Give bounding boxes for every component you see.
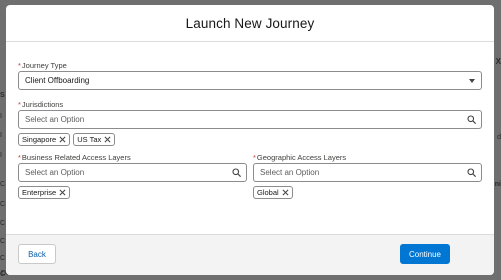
business-access-layers-field: *Business Related Access Layers Select a… xyxy=(18,153,247,199)
pill-global[interactable]: Global xyxy=(253,186,293,199)
modal-header: Launch New Journey xyxy=(6,5,494,42)
continue-button[interactable]: Continue xyxy=(400,244,450,264)
launch-journey-modal: Launch New Journey *Journey Type Client … xyxy=(6,5,494,275)
background-right-edge: X d ni xyxy=(493,40,501,280)
search-icon[interactable] xyxy=(467,168,476,177)
jurisdictions-combobox[interactable]: Select an Option xyxy=(18,110,482,129)
modal-footer: Back Continue xyxy=(6,234,494,275)
required-marker: * xyxy=(18,61,21,70)
geographic-access-layers-label: *Geographic Access Layers xyxy=(253,153,482,163)
pill-singapore[interactable]: Singapore xyxy=(18,133,71,146)
journey-type-select[interactable]: Client Offboarding xyxy=(18,71,482,90)
jurisdictions-placeholder: Select an Option xyxy=(25,115,85,124)
close-icon[interactable] xyxy=(282,189,289,196)
geographic-access-layers-placeholder: Select an Option xyxy=(260,168,320,177)
jurisdictions-pill-list: Singapore US Tax xyxy=(18,133,482,146)
close-icon[interactable] xyxy=(59,189,66,196)
business-access-layers-placeholder: Select an Option xyxy=(25,168,85,177)
journey-type-label: *Journey Type xyxy=(18,61,482,71)
close-icon[interactable] xyxy=(59,136,66,143)
pill-label: Global xyxy=(257,188,279,197)
pill-label: Enterprise xyxy=(22,188,57,197)
journey-type-value: Client Offboarding xyxy=(25,76,90,85)
search-icon[interactable] xyxy=(467,115,476,124)
geographic-access-layers-combobox[interactable]: Select an Option xyxy=(253,163,482,182)
background-text: C xyxy=(0,201,6,208)
background-text: C xyxy=(0,220,6,227)
background-text: X xyxy=(495,57,501,66)
required-marker: * xyxy=(253,153,256,162)
background-text: I xyxy=(0,152,2,159)
jurisdictions-label: *Jurisdictions xyxy=(18,100,482,110)
search-icon[interactable] xyxy=(232,168,241,177)
pill-label: US Tax xyxy=(77,135,102,144)
business-access-layers-pill-list: Enterprise xyxy=(18,186,247,199)
background-text: S xyxy=(0,92,5,99)
jurisdictions-label-text: Jurisdictions xyxy=(21,100,64,109)
background-text: C xyxy=(0,238,6,245)
pill-label: Singapore xyxy=(22,135,57,144)
business-access-layers-label: *Business Related Access Layers xyxy=(18,153,247,163)
jurisdictions-field: *Jurisdictions Select an Option Singapor… xyxy=(18,100,482,146)
background-text: I xyxy=(0,113,2,120)
required-marker: * xyxy=(18,153,21,162)
background-text: C xyxy=(0,255,6,262)
chevron-down-icon xyxy=(469,79,475,83)
background-text: C xyxy=(0,181,6,188)
background-text: ni xyxy=(494,181,501,188)
close-icon[interactable] xyxy=(104,136,111,143)
business-access-layers-combobox[interactable]: Select an Option xyxy=(18,163,247,182)
background-text: d xyxy=(497,134,501,141)
back-button[interactable]: Back xyxy=(18,244,56,264)
geographic-access-layers-label-text: Geographic Access Layers xyxy=(256,153,347,162)
journey-type-label-text: Journey Type xyxy=(21,61,67,70)
pill-enterprise[interactable]: Enterprise xyxy=(18,186,71,199)
required-marker: * xyxy=(18,100,21,109)
modal-title: Launch New Journey xyxy=(185,15,315,31)
modal-body: *Journey Type Client Offboarding *Jurisd… xyxy=(6,42,494,236)
geographic-access-layers-field: *Geographic Access Layers Select an Opti… xyxy=(253,153,482,199)
geographic-access-layers-pill-list: Global xyxy=(253,186,482,199)
journey-type-field: *Journey Type Client Offboarding xyxy=(18,61,482,90)
business-access-layers-label-text: Business Related Access Layers xyxy=(21,153,131,162)
pill-us-tax[interactable]: US Tax xyxy=(73,133,116,146)
background-text: I xyxy=(0,132,2,139)
